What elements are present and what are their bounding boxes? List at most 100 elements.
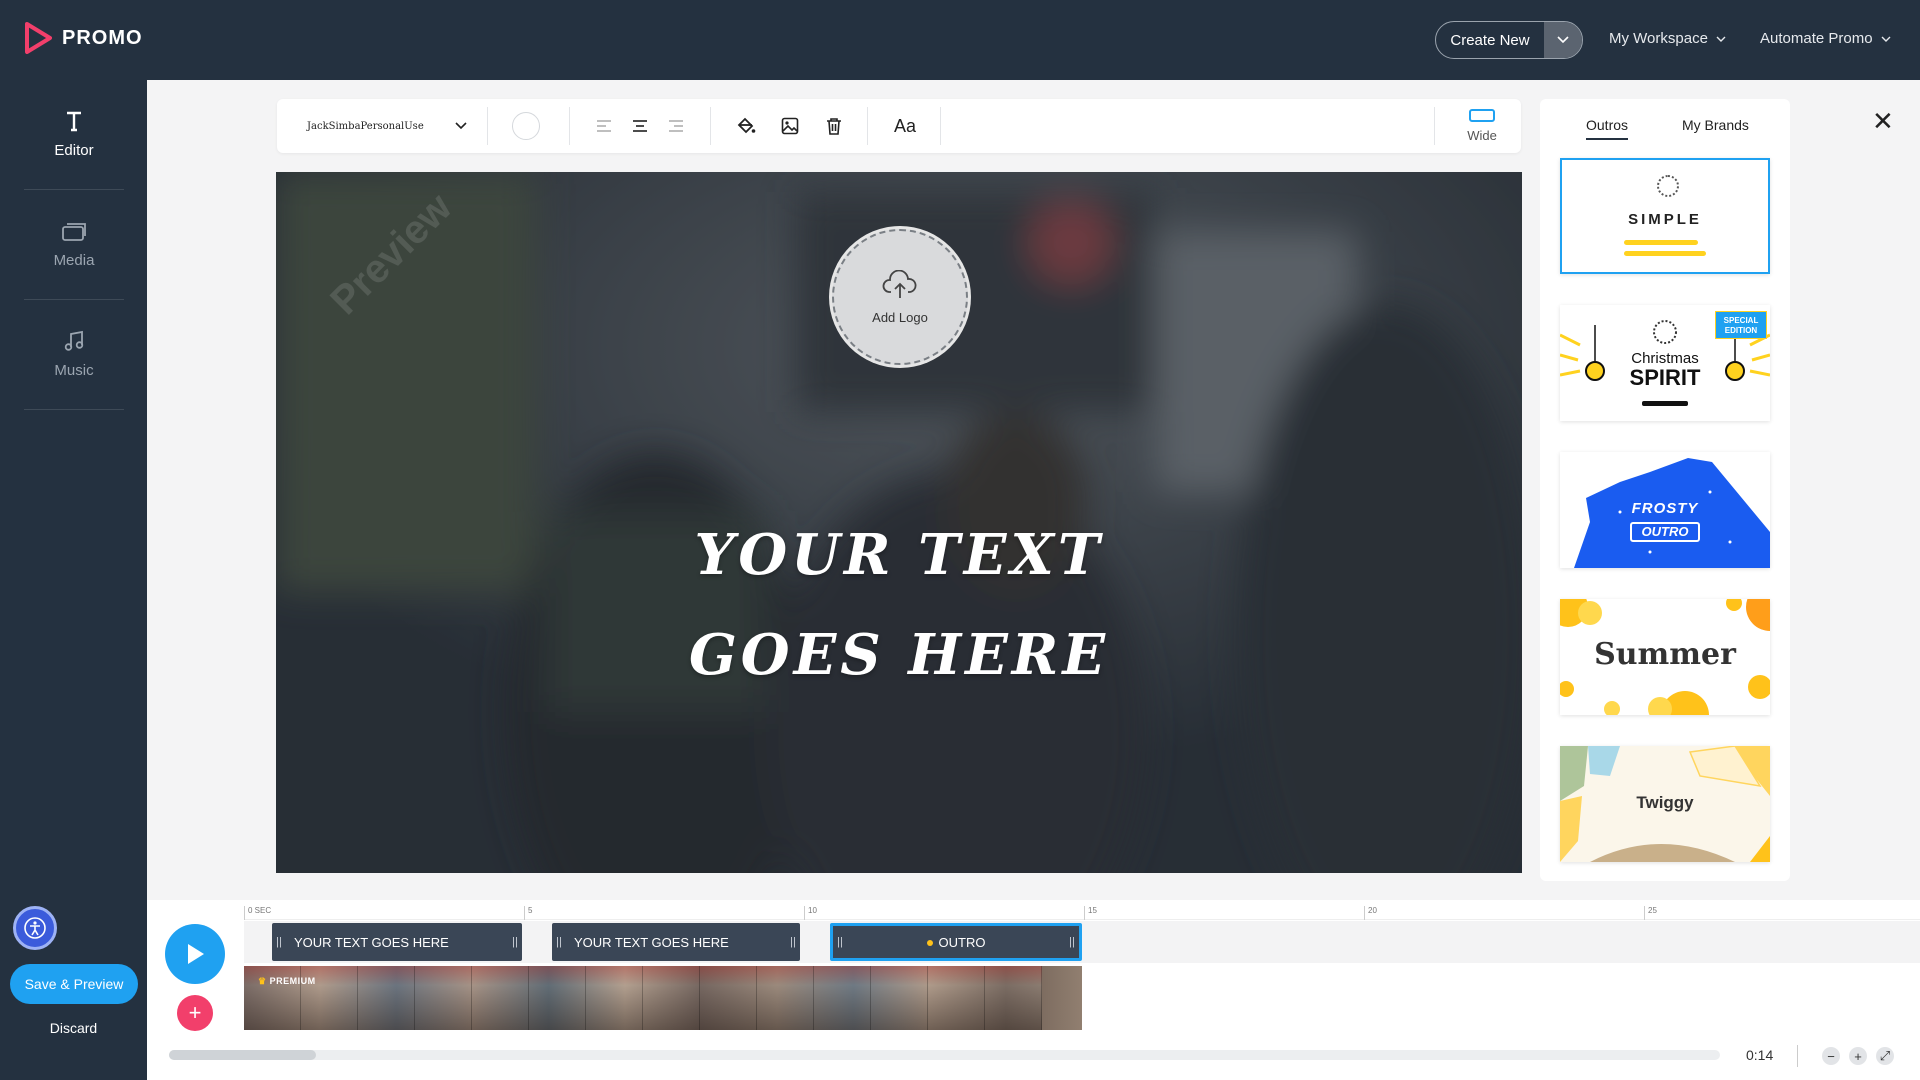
tick-label: 15 — [1084, 906, 1097, 920]
timeline-scrollbar[interactable] — [169, 1050, 1720, 1060]
discard-link[interactable]: Discard — [0, 1020, 147, 1036]
film-frame — [358, 966, 415, 1030]
drag-handle-icon[interactable]: || — [552, 936, 566, 948]
tick-label: 10 — [804, 906, 817, 920]
create-new-button[interactable]: Create New — [1435, 21, 1583, 59]
save-preview-button[interactable]: Save & Preview — [10, 964, 138, 1004]
tick-label: 5 — [524, 906, 532, 920]
headline-line-1[interactable]: YOUR TEXT — [276, 522, 1522, 588]
film-frame — [700, 966, 757, 1030]
drag-handle-icon[interactable]: || — [272, 936, 286, 948]
toolbar-divider — [569, 107, 570, 145]
video-preview[interactable]: Preview Add Logo YOUR TEXT GOES HERE — [276, 172, 1522, 873]
outro-card-summer[interactable]: Summer — [1560, 599, 1770, 715]
automate-promo-menu[interactable]: Automate Promo — [1760, 30, 1891, 47]
toolbar-divider — [867, 107, 868, 145]
headline-line-2[interactable]: GOES HERE — [276, 622, 1522, 688]
outro-card-title: FROSTY — [1631, 500, 1699, 517]
fit-timeline-button[interactable]: ⤢ — [1876, 1047, 1894, 1065]
zoom-out-button[interactable]: − — [1822, 1047, 1840, 1065]
outro-card-simple[interactable]: SIMPLE — [1560, 158, 1770, 274]
fill-color-button[interactable] — [729, 99, 763, 153]
chevron-down-icon — [455, 122, 467, 130]
accent-bar — [1624, 251, 1706, 256]
top-bar: PROMO Create New My Workspace Automate P… — [0, 0, 1920, 80]
timeline-clip[interactable]: || YOUR TEXT GOES HERE || — [552, 923, 800, 961]
film-frame — [871, 966, 928, 1030]
premium-label: PREMIUM — [269, 976, 316, 986]
text-color-button[interactable] — [505, 99, 547, 153]
outro-card-title: Summer — [1594, 637, 1736, 672]
sidebar-item-music[interactable]: Music — [24, 300, 124, 410]
logo-placeholder-icon — [1657, 175, 1679, 197]
sidebar-item-label: Music — [54, 362, 94, 379]
zoom-in-button[interactable]: + — [1849, 1047, 1867, 1065]
color-swatch — [512, 112, 540, 140]
play-button[interactable] — [165, 924, 225, 984]
outro-card-title: Twiggy — [1636, 793, 1694, 812]
tick-label: 0 SEC — [244, 906, 271, 920]
outro-card-title: SIMPLE — [1628, 211, 1702, 228]
plus-icon: + — [188, 1000, 202, 1025]
drag-handle-icon[interactable]: || — [786, 936, 800, 948]
promo-logo[interactable]: PROMO — [24, 22, 143, 54]
sidebar-item-media[interactable]: Media — [24, 190, 124, 300]
clip-label: OUTRO — [938, 934, 986, 950]
outro-card-subtitle: SPIRIT — [1629, 365, 1701, 390]
align-center-button[interactable] — [625, 99, 655, 153]
film-frame — [985, 966, 1042, 1030]
drag-handle-icon[interactable]: || — [508, 936, 522, 948]
outro-card-frosty[interactable]: FROSTY OUTRO — [1560, 452, 1770, 568]
play-icon — [188, 944, 204, 964]
text-size-button[interactable]: Aa — [883, 99, 927, 153]
timeline-clip-outro[interactable]: || OUTRO || — [830, 923, 1082, 961]
my-workspace-menu[interactable]: My Workspace — [1609, 30, 1726, 47]
promo-logo-icon — [25, 22, 52, 54]
film-frame — [586, 966, 643, 1030]
delete-button[interactable] — [817, 99, 851, 153]
aspect-ratio-button[interactable]: Wide — [1457, 99, 1507, 153]
font-select[interactable]: JackSimbaPersonalUse — [307, 99, 467, 153]
film-frame — [643, 966, 700, 1030]
accent-bar — [1624, 240, 1698, 245]
timeline-clip[interactable]: || YOUR TEXT GOES HERE || — [272, 923, 522, 961]
add-logo-button[interactable]: Add Logo — [832, 229, 968, 365]
align-left-button[interactable] — [589, 99, 619, 153]
outros-panel: Outros My Brands SIMPLE Christmas SPIRIT… — [1540, 99, 1790, 881]
align-right-button[interactable] — [661, 99, 691, 153]
drag-handle-icon[interactable]: || — [833, 936, 847, 948]
chevron-down-icon[interactable] — [1544, 22, 1582, 58]
current-time: 0:14 — [1746, 1047, 1774, 1063]
film-frame — [757, 966, 814, 1030]
clip-label: YOUR TEXT GOES HERE — [574, 934, 729, 950]
align-left-icon — [597, 120, 611, 132]
tab-outros[interactable]: Outros — [1586, 117, 1629, 140]
premium-badge: ♛ PREMIUM — [258, 976, 316, 987]
clip-label-wrap: OUTRO — [847, 935, 1065, 950]
video-filmstrip[interactable] — [244, 966, 1082, 1030]
align-center-icon — [633, 120, 647, 132]
background-image-button[interactable] — [773, 99, 807, 153]
crown-icon: ♛ — [258, 976, 267, 986]
clip-label: YOUR TEXT GOES HERE — [294, 934, 449, 950]
chevron-down-icon — [1881, 36, 1891, 42]
my-workspace-label: My Workspace — [1609, 30, 1708, 47]
drag-handle-icon[interactable]: || — [1065, 936, 1079, 948]
outro-card-twiggy[interactable]: Twiggy — [1560, 746, 1770, 862]
accessibility-button[interactable] — [13, 906, 57, 950]
timeline-scroll-thumb[interactable] — [169, 1050, 316, 1060]
close-icon[interactable]: ✕ — [1872, 106, 1894, 137]
sidebar-item-label: Editor — [54, 142, 94, 159]
outro-card-christmas[interactable]: Christmas SPIRIT SPECIAL EDITION — [1560, 305, 1770, 421]
toolbar-divider — [710, 107, 711, 145]
sidebar-item-label: Media — [53, 252, 95, 269]
timeline-ruler: 0 SEC 5 10 15 20 25 — [244, 900, 1920, 920]
media-icon — [62, 223, 86, 241]
editor-toolbar: JackSimbaPersonalUse Aa Wide — [277, 99, 1521, 153]
tab-my-brands[interactable]: My Brands — [1682, 117, 1749, 138]
tick-label: 20 — [1364, 906, 1377, 920]
sidebar-item-editor[interactable]: Editor — [24, 80, 124, 190]
add-scene-button[interactable]: + — [177, 995, 213, 1031]
special-edition-badge: SPECIAL EDITION — [1715, 311, 1767, 339]
status-dot — [926, 940, 933, 947]
